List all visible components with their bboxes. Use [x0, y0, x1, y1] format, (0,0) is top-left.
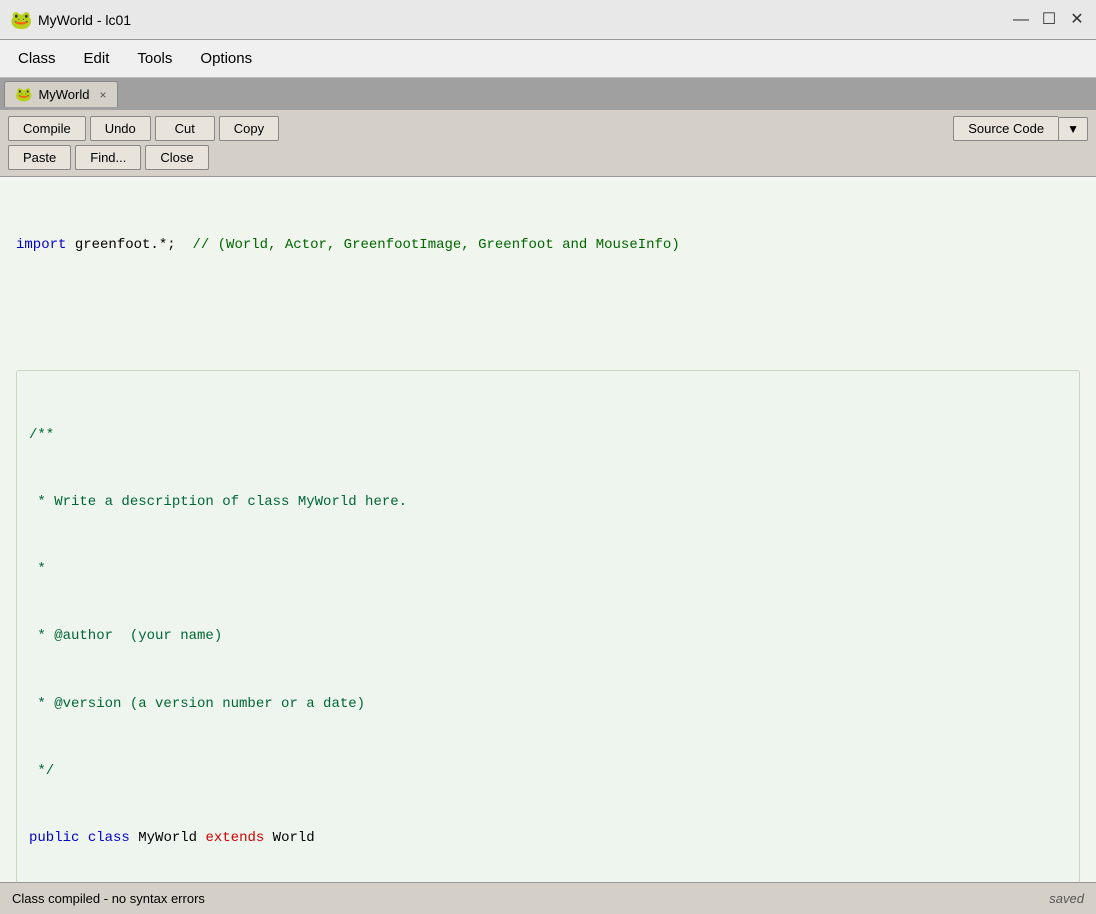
menu-edit[interactable]: Edit — [70, 46, 124, 71]
tab-close-button[interactable]: × — [99, 88, 106, 102]
undo-button[interactable]: Undo — [90, 116, 151, 141]
code-line-3: /** — [29, 424, 1067, 446]
close-button[interactable]: ✕ — [1068, 11, 1086, 29]
status-bar: Class compiled - no syntax errors saved — [0, 882, 1096, 914]
code-line-5: * — [29, 558, 1067, 580]
code-container: import greenfoot.*; // (World, Actor, Gr… — [0, 181, 1096, 882]
toolbar: Compile Undo Cut Copy Source Code ▼ Past… — [0, 110, 1096, 177]
copy-button[interactable]: Copy — [219, 116, 279, 141]
code-line-8: */ — [29, 760, 1067, 782]
window-controls: — ☐ ✕ — [1012, 11, 1086, 29]
status-message: Class compiled - no syntax errors — [12, 891, 205, 906]
code-line-4: * Write a description of class MyWorld h… — [29, 491, 1067, 513]
cut-button[interactable]: Cut — [155, 116, 215, 141]
class-block: /** * Write a description of class MyWor… — [16, 370, 1080, 882]
source-code-dropdown-arrow[interactable]: ▼ — [1058, 117, 1088, 141]
menu-bar: Class Edit Tools Options — [0, 40, 1096, 78]
code-line-2 — [16, 301, 1080, 323]
tab-bar: 🐸 MyWorld × — [0, 78, 1096, 110]
code-line-6: * @author (your name) — [29, 625, 1067, 647]
title-text: MyWorld - lc01 — [38, 12, 131, 28]
paste-button[interactable]: Paste — [8, 145, 71, 170]
code-line-9: public class MyWorld extends World — [29, 827, 1067, 849]
title-bar: 🐸 MyWorld - lc01 — ☐ ✕ — [0, 0, 1096, 40]
editor-tab[interactable]: 🐸 MyWorld × — [4, 81, 118, 107]
title-left: 🐸 MyWorld - lc01 — [10, 10, 131, 30]
menu-class[interactable]: Class — [4, 46, 70, 71]
toolbar-row1: Compile Undo Cut Copy Source Code ▼ — [8, 116, 1088, 141]
close-editor-button[interactable]: Close — [145, 145, 208, 170]
toolbar-row2: Paste Find... Close — [8, 145, 1088, 170]
tab-icon: 🐸 — [15, 86, 32, 103]
minimize-button[interactable]: — — [1012, 11, 1030, 29]
compile-button[interactable]: Compile — [8, 116, 86, 141]
source-code-dropdown: Source Code ▼ — [953, 116, 1088, 141]
restore-button[interactable]: ☐ — [1040, 11, 1058, 29]
app-icon: 🐸 — [10, 10, 30, 30]
editor-area[interactable]: import greenfoot.*; // (World, Actor, Gr… — [0, 177, 1096, 882]
menu-options[interactable]: Options — [186, 46, 266, 71]
code-line-1: import greenfoot.*; // (World, Actor, Gr… — [16, 234, 1080, 256]
source-code-button[interactable]: Source Code — [953, 116, 1058, 141]
menu-tools[interactable]: Tools — [123, 46, 186, 71]
find-button[interactable]: Find... — [75, 145, 141, 170]
saved-indicator: saved — [1049, 891, 1084, 906]
tab-label: MyWorld — [38, 87, 89, 102]
code-line-7: * @version (a version number or a date) — [29, 693, 1067, 715]
